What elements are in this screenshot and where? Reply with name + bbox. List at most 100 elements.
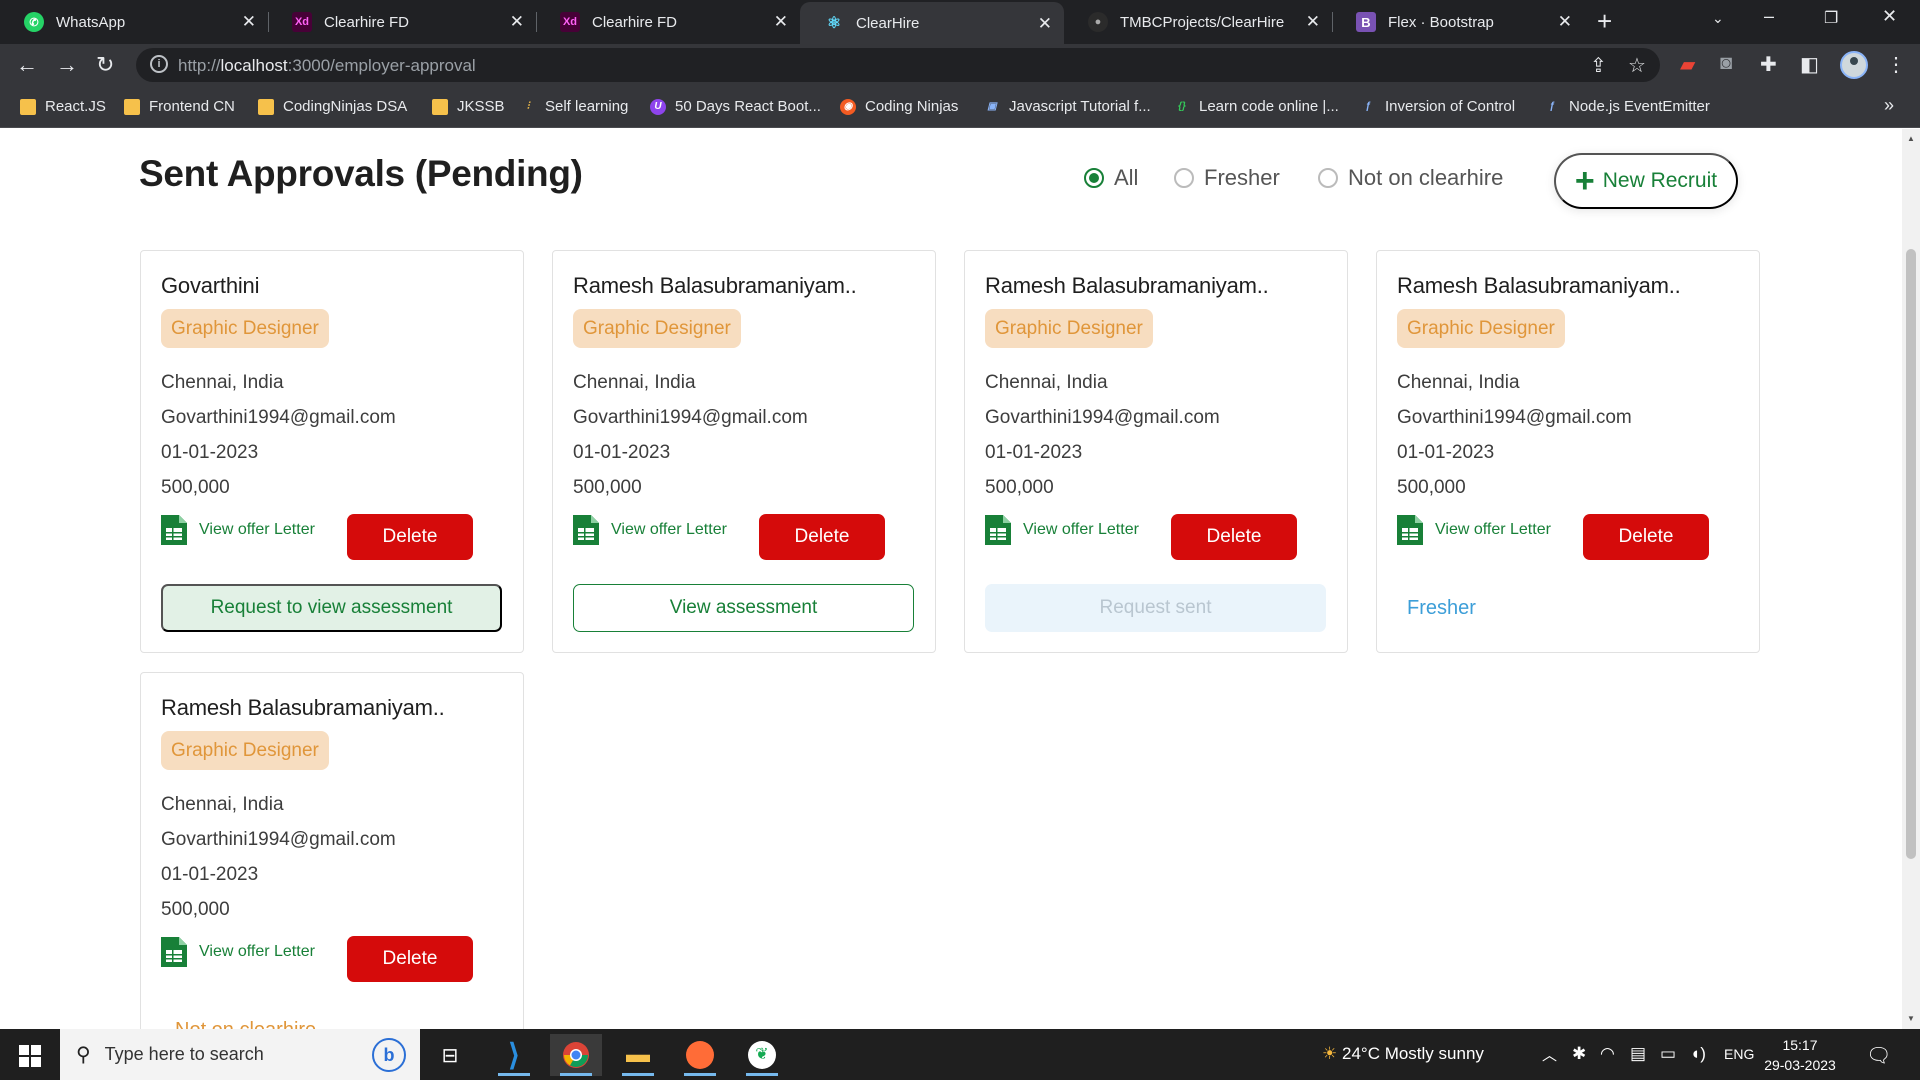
keyboard-icon[interactable]: ▤	[1630, 1044, 1646, 1064]
view-assessment-button[interactable]: View assessment	[573, 584, 914, 632]
bookmark-item[interactable]: U 50 Days React Boot...	[650, 98, 821, 115]
url-text[interactable]: http://localhost:3000/employer-approval	[178, 56, 476, 76]
close-tab-icon[interactable]: ✕	[774, 12, 788, 32]
close-tab-icon[interactable]: ✕	[1558, 12, 1572, 32]
filter-fresher-radio[interactable]: Fresher	[1174, 165, 1280, 191]
more-bookmarks-icon[interactable]: »	[1884, 95, 1894, 116]
file-explorer-icon[interactable]: ▬	[612, 1034, 664, 1076]
taskbar-search-box[interactable]: ⚲ Type here to search b	[60, 1029, 420, 1080]
back-arrow-icon[interactable]: ←	[16, 52, 38, 78]
close-tab-icon[interactable]: ✕	[1306, 12, 1320, 32]
bookmark-item[interactable]: {} Learn code online |...	[1174, 98, 1339, 115]
address-bar[interactable]: i http://localhost:3000/employer-approva…	[136, 48, 1660, 82]
scroll-down-icon[interactable]: ▼	[1907, 1014, 1915, 1023]
vscode-icon[interactable]: ⟩	[488, 1034, 540, 1076]
offer-date: 01-01-2023	[985, 442, 1083, 463]
bookmark-item[interactable]: CodingNinjas DSA	[258, 98, 407, 115]
extension-icon[interactable]: ▰	[1680, 52, 1695, 77]
wifi-icon[interactable]: ◠	[1600, 1044, 1615, 1064]
bookmark-item[interactable]: Frontend CN	[124, 98, 235, 115]
new-recruit-button[interactable]: + New Recruit	[1554, 153, 1738, 209]
profile-avatar[interactable]	[1840, 51, 1868, 79]
candidate-card: Ramesh Balasubramaniyam.. Graphic Design…	[140, 672, 524, 1029]
bookmark-item[interactable]: ƒ Node.js EventEmitter	[1544, 98, 1710, 115]
view-offer-letter-link[interactable]: View offer Letter	[161, 937, 315, 967]
bookmark-item[interactable]: ▣ Javascript Tutorial f...	[984, 98, 1150, 115]
browser-tab[interactable]: ● TMBCProjects/ClearHire ✕	[1064, 0, 1333, 44]
delete-button[interactable]: Delete	[347, 514, 473, 560]
mongodb-compass-icon[interactable]: ❦	[736, 1034, 788, 1076]
view-offer-letter-link[interactable]: View offer Letter	[161, 515, 315, 545]
fresher-tag: Fresher	[1407, 596, 1476, 619]
close-tab-icon[interactable]: ✕	[1038, 14, 1052, 34]
bookmark-star-icon[interactable]: ☆	[1628, 53, 1646, 78]
battery-icon[interactable]: ▭	[1660, 1044, 1676, 1064]
tab-title: Clearhire FD	[592, 13, 678, 31]
camera-extension-icon[interactable]: ◙	[1720, 52, 1732, 75]
site-info-icon[interactable]: i	[150, 55, 168, 73]
bluetooth-icon[interactable]: ✱	[1572, 1044, 1586, 1064]
spreadsheet-icon	[985, 515, 1011, 545]
taskbar-clock[interactable]: 15:17 29-03-2023	[1762, 1035, 1838, 1075]
postman-icon[interactable]	[674, 1034, 726, 1076]
folder-icon	[20, 98, 36, 115]
menu-kebab-icon[interactable]: ⋮	[1886, 52, 1906, 77]
delete-button[interactable]: Delete	[1583, 514, 1709, 560]
restore-icon[interactable]: ❐	[1824, 8, 1838, 28]
bookmark-item[interactable]: ◉ Coding Ninjas	[840, 98, 958, 115]
notification-icon[interactable]: 🗨	[1866, 1043, 1891, 1068]
extensions-puzzle-icon[interactable]: ✚	[1760, 52, 1777, 77]
role-badge: Graphic Designer	[161, 731, 329, 770]
page-scrollbar[interactable]: ▲ ▼	[1902, 129, 1920, 1029]
radio-icon[interactable]	[1174, 168, 1194, 188]
minimize-icon[interactable]: –	[1764, 6, 1774, 27]
filter-all-radio[interactable]: All	[1084, 165, 1138, 191]
reload-icon[interactable]: ↻	[96, 52, 114, 78]
chrome-icon[interactable]	[550, 1034, 602, 1076]
view-offer-letter-link[interactable]: View offer Letter	[573, 515, 727, 545]
scroll-up-icon[interactable]: ▲	[1907, 134, 1915, 143]
filter-not-on-clearhire-radio[interactable]: Not on clearhire	[1318, 165, 1503, 191]
close-tab-icon[interactable]: ✕	[510, 12, 524, 32]
bookmark-item[interactable]: ƒ Inversion of Control	[1360, 98, 1515, 115]
delete-button[interactable]: Delete	[347, 936, 473, 982]
close-tab-icon[interactable]: ✕	[242, 12, 256, 32]
scrollbar-thumb[interactable]	[1906, 249, 1916, 859]
bing-icon[interactable]: b	[372, 1038, 406, 1072]
request-assessment-button[interactable]: Request to view assessment	[161, 584, 502, 632]
view-offer-letter-link[interactable]: View offer Letter	[1397, 515, 1551, 545]
new-tab-button[interactable]: +	[1597, 6, 1612, 37]
weather-widget[interactable]: ☀ 24°C Mostly sunny	[1322, 1044, 1484, 1064]
task-view-icon[interactable]: ⊟	[424, 1034, 476, 1076]
bookmark-item[interactable]: React.JS	[20, 98, 106, 115]
share-icon[interactable]: ⇪	[1590, 53, 1607, 78]
candidate-card: Ramesh Balasubramaniyam.. Graphic Design…	[1376, 250, 1760, 653]
browser-tab-active[interactable]: ⚛ ClearHire ✕	[800, 2, 1064, 44]
bookmark-item[interactable]: ⫶ Self learning	[520, 98, 629, 115]
side-panel-icon[interactable]: ◧	[1800, 52, 1819, 77]
view-offer-letter-link[interactable]: View offer Letter	[985, 515, 1139, 545]
volume-icon[interactable]: ◖)	[1690, 1044, 1706, 1064]
browser-tab[interactable]: ✆ WhatsApp ✕	[0, 0, 269, 44]
candidate-name: Govarthini	[161, 273, 260, 298]
offer-salary: 500,000	[161, 899, 230, 920]
candidate-location: Chennai, India	[1397, 372, 1520, 393]
radio-selected-icon[interactable]	[1084, 168, 1104, 188]
bookmark-item[interactable]: JKSSB	[432, 98, 505, 115]
delete-button[interactable]: Delete	[759, 514, 885, 560]
folder-icon	[258, 98, 274, 115]
role-badge: Graphic Designer	[1397, 309, 1565, 348]
candidate-email: Govarthini1994@gmail.com	[573, 407, 808, 428]
language-indicator[interactable]: ENG	[1724, 1046, 1754, 1062]
windows-start-icon[interactable]	[19, 1045, 41, 1067]
show-hidden-icons[interactable]: ︿	[1542, 1044, 1557, 1065]
tab-search-icon[interactable]: ⌄	[1712, 10, 1724, 27]
radio-icon[interactable]	[1318, 168, 1338, 188]
browser-tab[interactable]: Xd Clearhire FD ✕	[536, 0, 800, 44]
feather-icon: ƒ	[1549, 100, 1555, 112]
browser-tab[interactable]: B Flex · Bootstrap ✕	[1332, 0, 1584, 44]
forward-arrow-icon[interactable]: →	[56, 52, 78, 78]
browser-tab[interactable]: Xd Clearhire FD ✕	[268, 0, 537, 44]
close-window-icon[interactable]: ✕	[1882, 6, 1897, 27]
delete-button[interactable]: Delete	[1171, 514, 1297, 560]
